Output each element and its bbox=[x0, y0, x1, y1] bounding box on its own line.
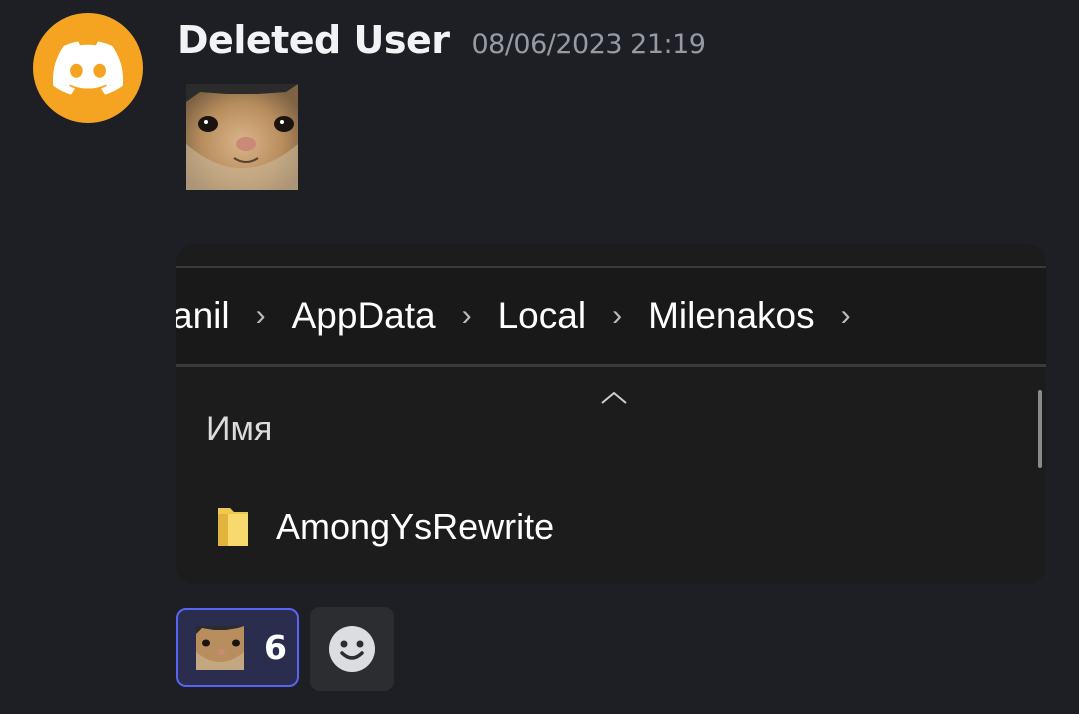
sort-ascending-icon[interactable] bbox=[600, 390, 628, 406]
breadcrumb-separator-icon: › bbox=[255, 299, 266, 332]
column-header-name[interactable]: Имя bbox=[206, 410, 272, 449]
file-list bbox=[176, 385, 1046, 584]
address-bar-divider bbox=[176, 364, 1046, 367]
cat-face-emoji bbox=[196, 625, 244, 670]
file-name: AmongYsRewrite bbox=[276, 506, 555, 547]
reaction-count: 6 bbox=[264, 628, 287, 667]
file-list-item[interactable]: AmongYsRewrite bbox=[216, 504, 554, 550]
reactions-bar: 6 bbox=[176, 607, 394, 691]
add-reaction-smiley-icon bbox=[329, 626, 375, 672]
image-attachment[interactable]: anil › AppData › Local › Milenakos › Имя… bbox=[176, 244, 1046, 584]
breadcrumb-separator-icon: › bbox=[612, 299, 623, 332]
discord-logo-icon bbox=[53, 41, 123, 95]
breadcrumb-item-local[interactable]: Local bbox=[498, 295, 586, 337]
reaction-cat-button[interactable]: 6 bbox=[176, 608, 299, 687]
chat-message: Deleted User 08/06/2023 21:19 anil › App… bbox=[0, 0, 1079, 714]
author-name[interactable]: Deleted User bbox=[177, 18, 450, 62]
message-header: Deleted User 08/06/2023 21:19 bbox=[177, 18, 706, 62]
cat-face-emoji[interactable] bbox=[186, 84, 298, 190]
message-timestamp: 08/06/2023 21:19 bbox=[471, 29, 706, 60]
scrollbar[interactable] bbox=[1038, 390, 1042, 468]
explorer-address-bar[interactable]: anil › AppData › Local › Milenakos › bbox=[176, 268, 1046, 364]
user-avatar[interactable] bbox=[33, 13, 143, 123]
breadcrumb-separator-icon: › bbox=[840, 299, 851, 332]
breadcrumb-separator-icon: › bbox=[461, 299, 472, 332]
add-reaction-button[interactable] bbox=[310, 607, 394, 691]
breadcrumb-item-user[interactable]: anil bbox=[176, 295, 230, 337]
folder-icon bbox=[218, 508, 248, 546]
breadcrumb-item-appdata[interactable]: AppData bbox=[292, 295, 436, 337]
breadcrumb-item-milenakos[interactable]: Milenakos bbox=[648, 295, 815, 337]
